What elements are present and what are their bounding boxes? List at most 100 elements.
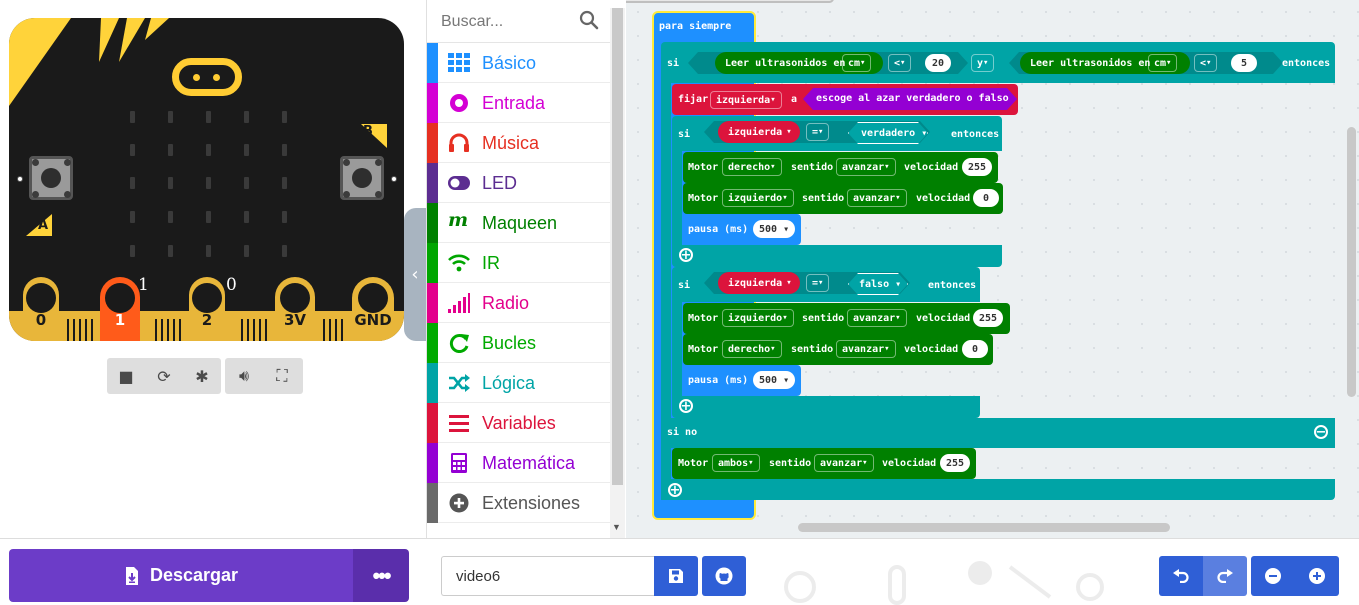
simulator-controls-2: 🔊︎ ⛶ xyxy=(225,358,303,394)
microbit-board[interactable]: A B 0 1 2 3V GND 1 0 xyxy=(9,18,404,341)
more-options-button[interactable]: ••• xyxy=(353,549,409,602)
collapse-simulator-button[interactable]: ‹ xyxy=(404,208,426,341)
remove-else-icon[interactable]: − xyxy=(1314,425,1328,439)
variable-reporter[interactable]: izquierda ▾ xyxy=(718,272,800,294)
category-label: IR xyxy=(482,253,500,273)
category-logica[interactable]: Lógica xyxy=(427,363,610,403)
search-input[interactable] xyxy=(441,11,571,33)
microbit-logo[interactable] xyxy=(172,58,242,96)
direction-dropdown[interactable]: avanzar xyxy=(814,454,874,472)
pin-1[interactable]: 1 xyxy=(100,277,140,341)
bottom-bar: Descargar ••• xyxy=(0,538,1359,605)
workspace-vertical-scrollbar[interactable] xyxy=(1347,127,1356,397)
direction-label: sentido xyxy=(802,313,845,324)
restart-icon[interactable]: ⟳ xyxy=(145,367,183,386)
motor-side-dropdown[interactable]: izquierdo xyxy=(722,309,794,327)
scroll-down-arrow-icon[interactable]: ▼ xyxy=(612,522,621,532)
github-button[interactable] xyxy=(702,556,746,596)
save-button[interactable] xyxy=(654,556,698,596)
eq-dropdown[interactable]: = xyxy=(806,274,830,292)
operator-dropdown-2[interactable]: < xyxy=(1194,54,1218,72)
headphones-icon xyxy=(449,133,469,152)
category-matematica[interactable]: Matemática xyxy=(427,443,610,483)
pause-input[interactable]: 500 ▾ xyxy=(753,220,796,238)
toolbox-scrollbar[interactable]: ▼ xyxy=(610,8,625,538)
zoom-in-button[interactable] xyxy=(1295,556,1339,596)
speed-input[interactable]: 255 xyxy=(940,454,971,472)
unit-dropdown-2[interactable]: cm xyxy=(1148,54,1178,72)
random-bool-block[interactable]: escoge al azar verdadero o falso xyxy=(803,88,1017,110)
blocks-workspace[interactable]: para siempre si Leer ultrasonidos en cm … xyxy=(626,0,1359,538)
unit-dropdown-1[interactable]: cm xyxy=(842,54,872,72)
category-basico[interactable]: Básico xyxy=(427,43,610,83)
category-entrada[interactable]: Entrada xyxy=(427,83,610,123)
pin-1-label: 1 xyxy=(114,311,126,329)
category-led[interactable]: LED xyxy=(427,163,610,203)
speed-value: 255 xyxy=(968,161,987,173)
calculator-icon xyxy=(451,453,467,473)
speed-input[interactable]: 255 xyxy=(973,309,1004,327)
eq-dropdown[interactable]: = xyxy=(806,123,830,141)
direction-dropdown[interactable]: avanzar xyxy=(847,189,907,207)
category-label: Música xyxy=(482,133,540,153)
threshold-input-1[interactable]: 20 xyxy=(925,54,951,72)
pin-3v[interactable]: 3V xyxy=(275,277,315,341)
true-block[interactable]: verdadero ▾ xyxy=(848,122,928,144)
pin-gnd[interactable]: GND xyxy=(352,277,394,341)
decorative-background-graphics xyxy=(760,547,1140,605)
and-dropdown[interactable]: y xyxy=(971,54,995,72)
pin-2[interactable]: 2 xyxy=(189,277,225,341)
speed-input[interactable]: 0 xyxy=(962,340,988,358)
pin-0[interactable]: 0 xyxy=(23,277,59,341)
direction-dropdown[interactable]: avanzar xyxy=(836,158,896,176)
direction-label: sentido xyxy=(791,162,834,173)
if-block-foot xyxy=(661,479,1335,500)
github-icon xyxy=(715,567,733,585)
add-else-icon[interactable]: + xyxy=(679,399,693,413)
grid-icon xyxy=(448,53,470,72)
motor-side-value: derecho xyxy=(728,161,771,173)
motor-side-dropdown[interactable]: ambos xyxy=(712,454,760,472)
top-tab xyxy=(626,0,834,3)
add-elseif-icon[interactable]: + xyxy=(668,483,682,497)
motor-label: Motor xyxy=(678,458,709,469)
fullscreen-icon[interactable]: ⛶ xyxy=(263,366,301,386)
if-label: si xyxy=(667,58,680,69)
category-radio[interactable]: Radio xyxy=(427,283,610,323)
stop-icon[interactable]: ■ xyxy=(107,367,145,386)
motor-side-dropdown[interactable]: derecho xyxy=(722,340,782,358)
project-name-input[interactable] xyxy=(441,556,654,596)
speed-value: 0 xyxy=(971,343,979,355)
pause-value: 500 ▾ xyxy=(759,223,790,235)
redo-button[interactable] xyxy=(1203,556,1247,596)
speed-input[interactable]: 0 xyxy=(973,189,999,207)
workspace-horizontal-scrollbar[interactable] xyxy=(798,523,1170,532)
threshold-value: 20 xyxy=(931,57,945,69)
pause-input[interactable]: 500 ▾ xyxy=(753,371,796,389)
add-else-icon[interactable]: + xyxy=(679,248,693,262)
variable-dropdown[interactable]: izquierda xyxy=(710,91,782,109)
motor-side-dropdown[interactable]: derecho xyxy=(722,158,782,176)
board-right-dot xyxy=(391,176,397,182)
threshold-input-2[interactable]: 5 xyxy=(1231,54,1257,72)
false-block[interactable]: falso ▾ xyxy=(848,273,908,295)
speed-input[interactable]: 255 xyxy=(962,158,993,176)
download-button[interactable]: Descargar xyxy=(9,549,353,602)
category-variables[interactable]: Variables xyxy=(427,403,610,443)
undo-button[interactable] xyxy=(1159,556,1203,596)
debug-icon[interactable]: ✱ xyxy=(183,367,221,386)
variable-reporter[interactable]: izquierda ▾ xyxy=(718,121,800,143)
category-maqueen[interactable]: m Maqueen xyxy=(427,203,610,243)
category-extensiones[interactable]: Extensiones xyxy=(427,483,610,523)
category-bucles[interactable]: Bucles xyxy=(427,323,610,363)
speed-label: velocidad xyxy=(882,458,937,469)
direction-dropdown[interactable]: avanzar xyxy=(836,340,896,358)
direction-dropdown[interactable]: avanzar xyxy=(847,309,907,327)
search-icon[interactable] xyxy=(579,10,599,30)
motor-side-dropdown[interactable]: izquierdo xyxy=(722,189,794,207)
zoom-out-button[interactable] xyxy=(1251,556,1295,596)
category-ir[interactable]: IR xyxy=(427,243,610,283)
operator-dropdown-1[interactable]: < xyxy=(888,54,912,72)
mute-icon[interactable]: 🔊︎ xyxy=(225,366,263,386)
category-musica[interactable]: Música xyxy=(427,123,610,163)
